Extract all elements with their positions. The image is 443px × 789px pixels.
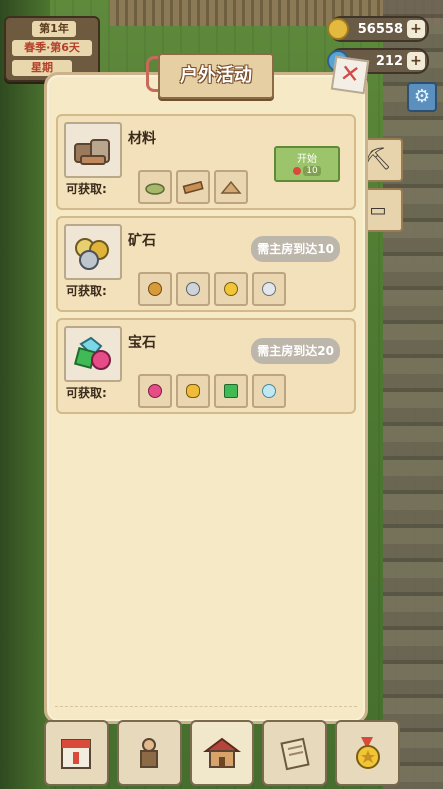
reward-item-iron: [176, 272, 210, 306]
silver-ore-icon: [262, 282, 276, 296]
bottom-navigation: [44, 720, 400, 786]
panel-divider: [55, 706, 357, 707]
copper-ore-icon: [148, 282, 162, 296]
available-label: 可获取:: [66, 386, 107, 400]
activity-name: 材料: [128, 131, 156, 147]
ruby-icon: [148, 384, 162, 398]
diamond-icon: [262, 384, 276, 398]
scroll-icon: [280, 737, 310, 771]
medal-icon: [355, 737, 380, 769]
coin-icon: [327, 18, 349, 40]
add-gems-button[interactable]: +: [407, 52, 425, 70]
reward-item-gold: [214, 272, 248, 306]
available-label: 可获取:: [66, 284, 107, 298]
start-cost: 10: [293, 166, 321, 176]
reward-item-emerald: [214, 374, 248, 408]
start-label: 开始: [297, 154, 317, 165]
background-fence-right: [383, 0, 443, 789]
topaz-icon: [186, 384, 200, 398]
gems-icon: [73, 336, 111, 370]
reward-items: [138, 272, 286, 306]
sand-pile-icon: [220, 180, 242, 194]
activity-card-materials[interactable]: 材料 可获取: 开始 10: [56, 114, 356, 210]
close-icon: ✕: [338, 58, 363, 90]
activity-name: 宝石: [128, 335, 156, 351]
nav-medal-button[interactable]: [335, 720, 400, 786]
ore-thumbnail: [64, 224, 122, 280]
gun-icon: ▭: [369, 200, 387, 221]
gold-ore-icon: [224, 282, 238, 296]
gear-icon: ⚙: [413, 86, 431, 107]
reward-item-copper: [138, 272, 172, 306]
close-button[interactable]: ✕: [330, 55, 370, 95]
house-icon: [202, 737, 241, 768]
reward-item-silver: [252, 272, 286, 306]
start-cost-value: 10: [303, 166, 321, 176]
settings-button[interactable]: ⚙: [407, 82, 437, 112]
materials-thumbnail: [64, 122, 122, 178]
reward-item-grass: [138, 170, 172, 204]
reward-item-diamond: [252, 374, 286, 408]
panel-title: 户外活动: [158, 53, 274, 99]
wood-plank-icon: [182, 180, 204, 195]
available-label: 可获取:: [66, 182, 107, 196]
start-button[interactable]: 开始 10: [274, 146, 340, 182]
reward-item-wood: [176, 170, 210, 204]
gems-thumbnail: [64, 326, 122, 382]
energy-icon: [293, 166, 302, 175]
pickaxe-icon: ⛏: [364, 147, 392, 172]
reward-item-stone: [214, 170, 248, 204]
iron-ore-icon: [186, 282, 200, 296]
calendar-icon: [61, 739, 92, 769]
grass-bundle-icon: [145, 183, 165, 195]
emerald-icon: [224, 384, 238, 398]
requirement-bubble: 需主房到达10: [251, 236, 340, 262]
activity-card-gems[interactable]: 宝石 可获取: 需主房到达20: [56, 318, 356, 414]
date-season-day: 春季·第6天: [12, 40, 92, 56]
coin-value: 56558: [357, 21, 403, 37]
reward-items: [138, 170, 248, 204]
nav-scroll-button[interactable]: [262, 720, 328, 786]
nav-house-button[interactable]: [189, 720, 255, 786]
background-left-strip: [0, 0, 50, 789]
add-coins-button[interactable]: +: [407, 20, 425, 38]
reward-items: [138, 374, 286, 408]
nav-worker-button[interactable]: [116, 720, 182, 786]
nav-calendar-button[interactable]: [44, 720, 109, 786]
materials-icon: [74, 139, 110, 165]
requirement-bubble: 需主房到达20: [251, 338, 340, 364]
worker-icon: [140, 738, 159, 768]
reward-item-ruby: [138, 374, 172, 408]
ore-icon: [75, 238, 109, 270]
date-year: 第1年: [32, 21, 76, 37]
activity-card-ore[interactable]: 矿石 可获取: 需主房到达10: [56, 216, 356, 312]
reward-item-topaz: [176, 374, 210, 408]
activity-name: 矿石: [128, 233, 156, 249]
coin-counter: 56558 +: [327, 16, 429, 42]
